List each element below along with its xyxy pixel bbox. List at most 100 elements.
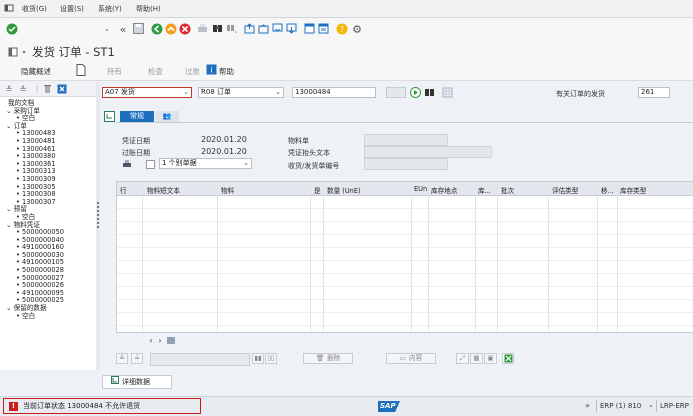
grid-icon[interactable] <box>442 87 453 98</box>
save-icon[interactable] <box>133 23 144 34</box>
post-button[interactable]: 过账 <box>185 66 200 77</box>
blank-field[interactable] <box>386 87 406 98</box>
system-dropdown-icon[interactable]: ⌄ <box>648 401 654 409</box>
tab-general[interactable]: 常规 <box>120 111 154 122</box>
row-divider <box>117 260 693 261</box>
reference-doc-select[interactable]: R08 订单 ⌄ <box>198 87 284 98</box>
hold-button[interactable]: 持有 <box>107 66 122 77</box>
col-header-flag[interactable]: 是 <box>314 185 321 195</box>
filter-grid-button[interactable]: ≟ <box>131 353 143 364</box>
col-header-material[interactable]: 物料 <box>221 185 234 195</box>
status-bar: ! 当前订单状态 13000484 不允许退货 SAP » ERP (1) 81… <box>0 396 693 416</box>
slip-option-select[interactable]: 1 个别单据 ⌄ <box>159 158 252 169</box>
grid-search-field[interactable] <box>150 353 250 366</box>
help-button[interactable]: 帮助 <box>219 66 234 77</box>
row-divider <box>117 273 693 274</box>
row-divider <box>117 286 693 287</box>
last-page-icon[interactable] <box>286 23 297 34</box>
title-bar: ▾ 发货 订单 - ST1 <box>0 42 693 61</box>
exit-icon[interactable] <box>165 23 177 35</box>
movement-type-field[interactable]: 261 <box>638 87 670 98</box>
excel-export-button[interactable] <box>502 353 514 364</box>
post-date-field[interactable]: 2020.01.20 <box>201 147 247 156</box>
tree-item[interactable]: • 空白 <box>2 312 94 321</box>
col-header-valuation-type[interactable]: 评估类型 <box>552 185 578 195</box>
new-document-icon[interactable] <box>75 64 87 76</box>
enter-check-icon[interactable] <box>6 23 18 35</box>
help-icon[interactable]: ? <box>336 23 348 35</box>
print-checkbox[interactable] <box>146 160 155 169</box>
row-divider <box>117 234 693 235</box>
layout-b-button[interactable]: ▣ <box>484 353 497 364</box>
action-select[interactable]: A07 发货 ⌄ <box>102 87 192 98</box>
col-header-storage-location[interactable]: 库存地点 <box>431 185 457 195</box>
command-dropdown-icon[interactable]: ⌄ <box>103 24 111 34</box>
back-icon[interactable] <box>151 23 163 35</box>
execute-icon[interactable] <box>410 87 421 98</box>
col-header-short-text[interactable]: 物料短文本 <box>147 185 180 195</box>
column-divider <box>617 182 618 332</box>
col-header-batch[interactable]: 批次 <box>501 185 514 195</box>
close-pane-icon[interactable] <box>57 84 67 94</box>
delete-icon[interactable] <box>42 84 52 94</box>
dropdown-caret-icon[interactable]: ▾ <box>20 48 28 56</box>
expand-status-icon[interactable]: » <box>585 401 590 410</box>
expand-all-icon[interactable]: ≙ <box>18 84 28 94</box>
material-slip-field[interactable] <box>364 134 448 146</box>
new-session-icon[interactable] <box>304 23 315 34</box>
menu-help[interactable]: 帮助(H) <box>136 4 161 14</box>
menu-settings[interactable]: 设置(S) <box>60 4 84 14</box>
next-page-icon[interactable] <box>272 23 283 34</box>
doc-date-field[interactable]: 2020.01.20 <box>201 135 247 144</box>
print-icon[interactable] <box>197 23 208 34</box>
detail-data-icon <box>111 376 119 388</box>
goods-receipt-number-field[interactable] <box>364 158 448 170</box>
navigation-pane: ≚ ≙ | 我的文档 ⌄ 采购订单 • 空白 ⌄ 订单 • 13000483 •… <box>0 82 97 370</box>
reference-doc-value: R08 订单 <box>201 88 231 96</box>
menu-icon[interactable] <box>4 3 14 13</box>
status-message[interactable]: ! 当前订单状态 13000484 不允许退货 <box>3 398 201 414</box>
detail-data-button[interactable]: 详细数据 <box>102 375 172 389</box>
scroll-grip-icon[interactable] <box>167 337 175 344</box>
menu-goods-receipt[interactable]: 收货(G) <box>22 4 47 14</box>
back-double-icon[interactable]: « <box>117 23 129 36</box>
collapse-all-icon[interactable]: ≚ <box>4 84 14 94</box>
find-grid-button[interactable]: ▮▮ <box>252 353 264 364</box>
header-text-field[interactable] <box>364 146 492 158</box>
prev-page-icon[interactable] <box>258 23 269 34</box>
content-button[interactable]: ▭ 内容 <box>386 353 436 364</box>
col-header-movement[interactable]: 移... <box>601 185 614 195</box>
delete-row-button[interactable]: 🗑 删除 <box>303 353 353 364</box>
scroll-right-icon[interactable]: › <box>156 336 164 345</box>
scroll-left-icon[interactable]: ‹ <box>147 336 155 345</box>
column-divider <box>428 182 429 332</box>
pane-splitter[interactable] <box>96 82 100 370</box>
order-number-field[interactable]: 13000484 <box>292 87 376 98</box>
find-next-icon[interactable] <box>226 23 237 34</box>
col-header-unit[interactable]: EUn <box>414 185 427 193</box>
help-info-icon[interactable]: i <box>206 64 217 75</box>
check-button[interactable]: 检查 <box>148 66 163 77</box>
goods-receipt-number-label: 收货/发货单编号 <box>288 162 340 170</box>
find-next-grid-button[interactable]: ▯▯ <box>265 353 277 364</box>
system-info[interactable]: ERP (1) 810 <box>600 402 641 410</box>
col-header-stock-type[interactable]: 库存类型 <box>620 185 646 195</box>
first-page-icon[interactable] <box>244 23 255 34</box>
col-header-storage-short[interactable]: 库... <box>478 185 491 195</box>
cancel-icon[interactable] <box>179 23 191 35</box>
menu-system[interactable]: 系统(Y) <box>98 4 122 14</box>
collapse-grid-button[interactable]: ≙ <box>116 353 128 364</box>
shortcut-icon[interactable] <box>318 23 329 34</box>
col-header-line[interactable]: 行 <box>120 185 127 195</box>
col-header-quantity[interactable]: 数量 (UnE) <box>327 185 361 195</box>
tab-partner[interactable]: 👥 <box>155 111 179 122</box>
server-info[interactable]: LRP-ERP <box>660 402 689 410</box>
customize-layout-icon[interactable]: ⚙ <box>351 23 363 36</box>
find-icon[interactable] <box>212 23 223 34</box>
search-binoculars-icon[interactable] <box>424 87 435 98</box>
layout-a-button[interactable]: ▦ <box>470 353 483 364</box>
expand-layout-button[interactable]: ⤢ <box>456 353 469 364</box>
hide-overview-button[interactable]: 隐藏概述 <box>21 66 51 77</box>
expand-detail-icon[interactable] <box>104 111 115 122</box>
printer-icon[interactable] <box>122 159 132 169</box>
